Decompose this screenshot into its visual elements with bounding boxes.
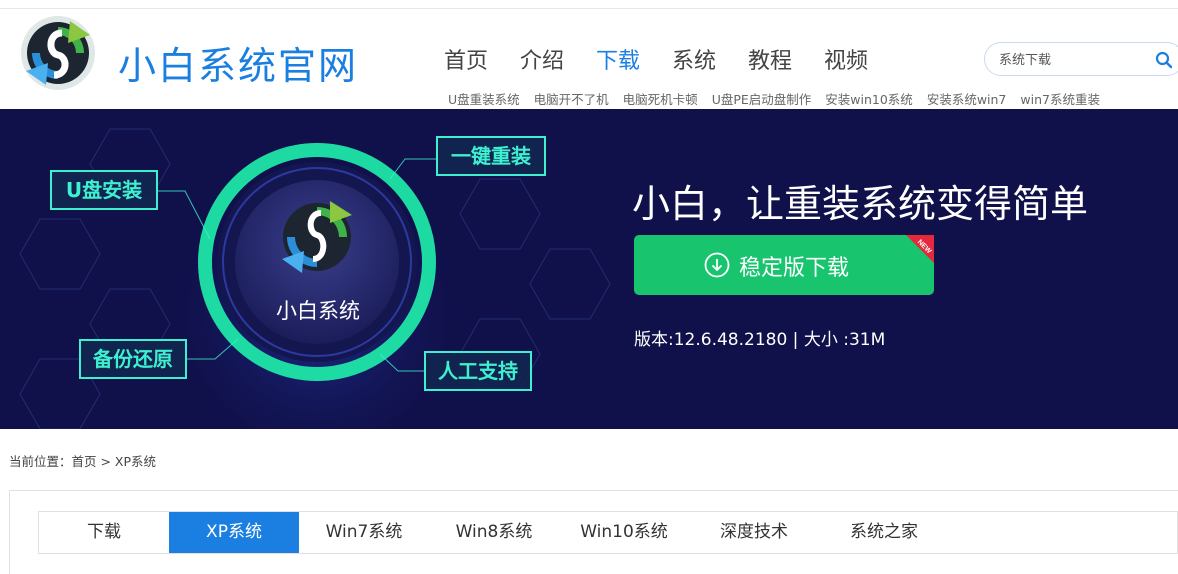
hero-slogan: 小白，让重装系统变得简单 — [632, 182, 1089, 226]
quick-link[interactable]: U盘PE启动盘制作 — [712, 89, 812, 108]
nav-video[interactable]: 视频 — [808, 43, 884, 75]
download-label: 稳定版下载 — [739, 256, 850, 281]
category-tabs: 下载 XP系统 Win7系统 Win8系统 Win10系统 深度技术 系统之家 — [38, 511, 1178, 554]
quick-links: U盘重装系统 电脑开不了机 电脑死机卡顿 U盘PE启动盘制作 安装win10系统… — [448, 89, 1100, 108]
breadcrumb: 当前位置：首页 > XP系统 — [9, 454, 157, 469]
tab-win7[interactable]: Win7系统 — [299, 512, 429, 553]
tab-xitongzhijia[interactable]: 系统之家 — [819, 512, 949, 553]
nav-home[interactable]: 首页 — [428, 43, 504, 75]
stable-download-button[interactable]: 稳定版下载 NEW — [634, 235, 934, 295]
search-input[interactable] — [999, 50, 1149, 70]
version-info: 版本:12.6.48.2180 | 大小 :31M — [634, 330, 886, 350]
tag-human-support: 人工支持 — [424, 351, 532, 391]
nav-tutorial[interactable]: 教程 — [732, 43, 808, 75]
nav-system[interactable]: 系统 — [656, 43, 732, 75]
top-border — [0, 0, 1178, 9]
tab-download[interactable]: 下载 — [39, 512, 169, 553]
main-nav: 首页 介绍 下载 系统 教程 视频 — [428, 43, 884, 75]
quick-link[interactable]: 安装系统win7 — [927, 89, 1007, 108]
tab-deepin[interactable]: 深度技术 — [689, 512, 819, 553]
nav-intro[interactable]: 介绍 — [504, 43, 580, 75]
search-icon[interactable] — [1155, 51, 1173, 69]
site-header: 小白系统官网 首页 介绍 下载 系统 教程 视频 U盘重装系统 电脑开不了机 电… — [0, 9, 1178, 109]
tag-usb-install: U盘安装 — [50, 170, 158, 210]
tab-win8[interactable]: Win8系统 — [429, 512, 559, 553]
logo-icon[interactable] — [18, 13, 98, 93]
core-app-label: 小白系统 — [276, 299, 360, 323]
search-box — [984, 42, 1178, 76]
brand-title[interactable]: 小白系统官网 — [118, 35, 358, 90]
quick-link[interactable]: 电脑死机卡顿 — [623, 89, 698, 108]
download-icon — [704, 252, 730, 278]
tab-xp[interactable]: XP系统 — [169, 512, 299, 553]
tab-win10[interactable]: Win10系统 — [559, 512, 689, 553]
hero-banner: 小白系统 一键重装 U盘安装 备份还原 人工支持 小白，让重装系统变得简单 稳定… — [0, 109, 1178, 429]
tag-backup-restore: 备份还原 — [79, 339, 187, 379]
quick-link[interactable]: 安装win10系统 — [825, 89, 913, 108]
quick-link[interactable]: 电脑开不了机 — [534, 89, 609, 108]
new-badge: NEW — [906, 235, 934, 263]
nav-download[interactable]: 下载 — [580, 43, 656, 75]
tag-onekey-reinstall: 一键重装 — [436, 136, 546, 176]
quick-link[interactable]: U盘重装系统 — [448, 89, 520, 108]
quick-link[interactable]: win7系统重装 — [1020, 89, 1100, 108]
